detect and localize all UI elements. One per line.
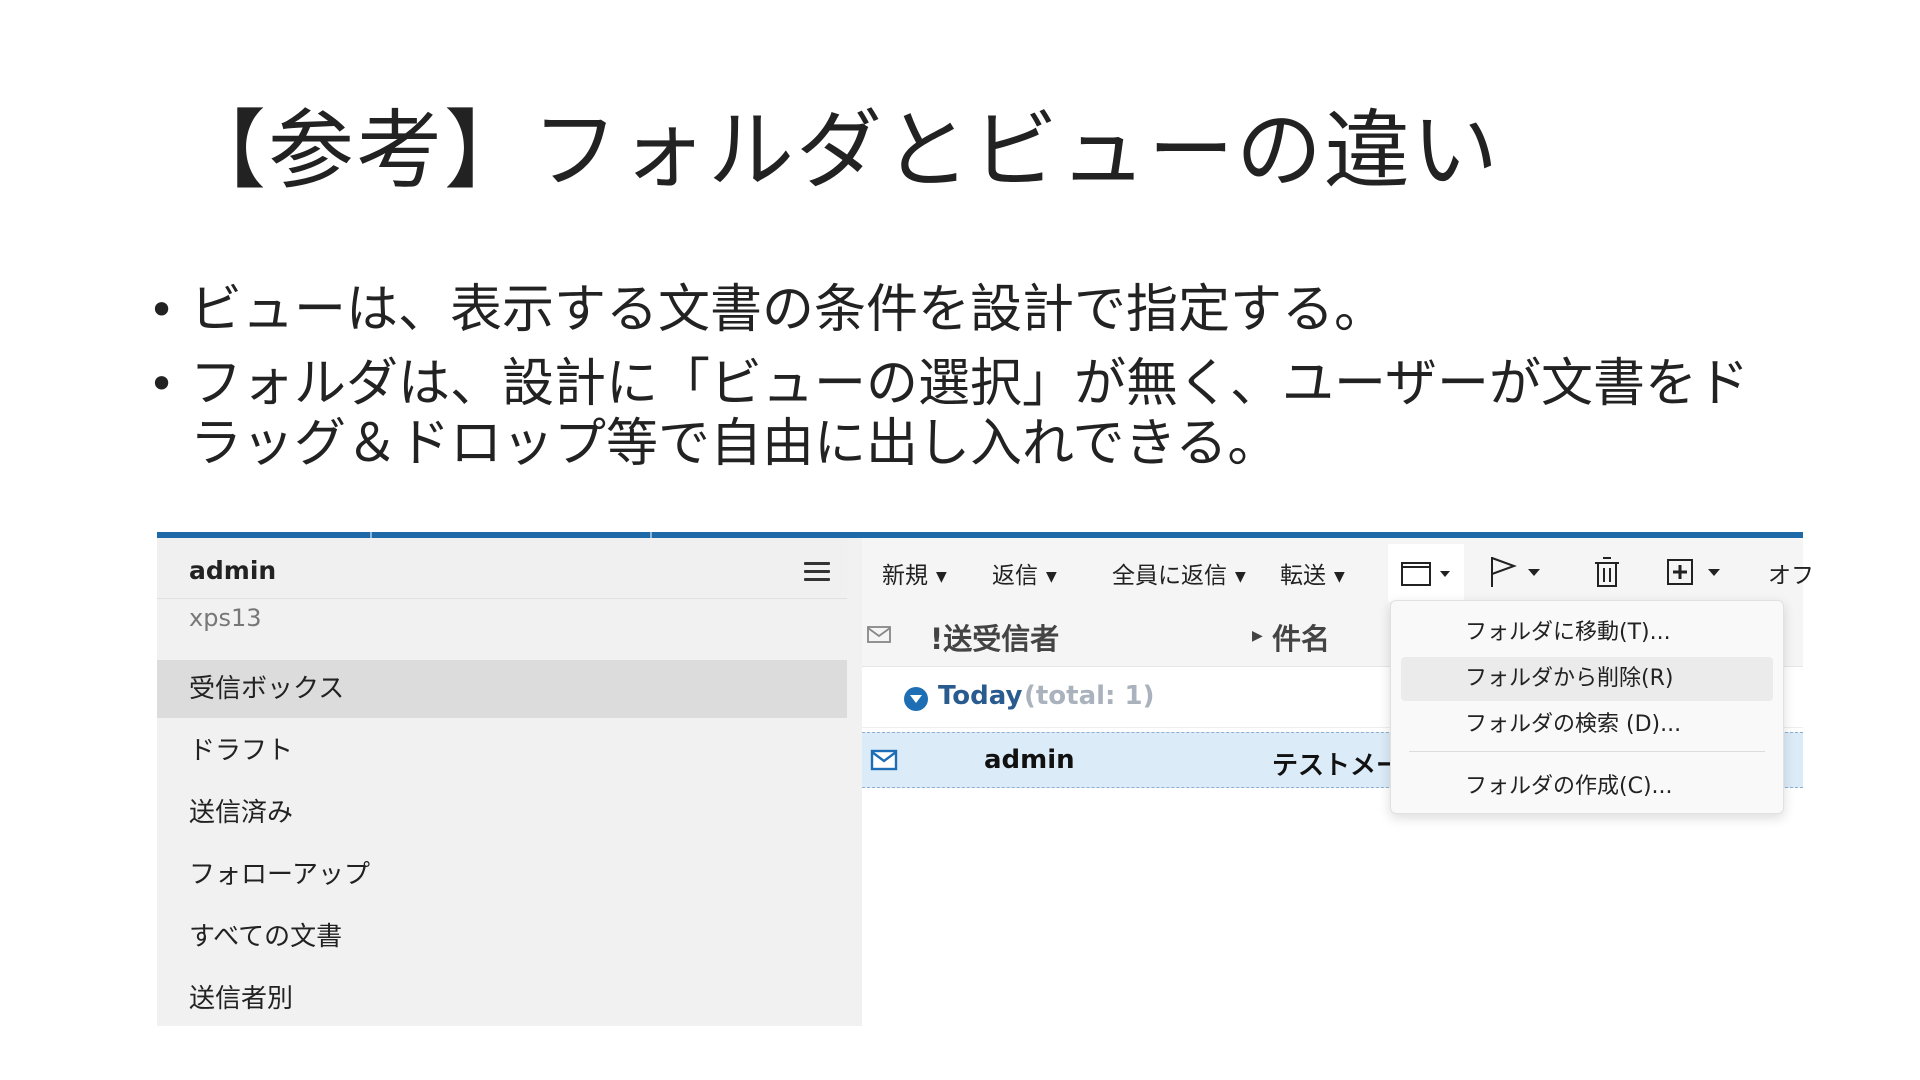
sidebar-item-follow-up[interactable]: フォローアップ	[157, 846, 847, 904]
bullet-dot: •	[148, 357, 176, 411]
forward-label: 転送	[1280, 563, 1326, 589]
chevron-down-icon: ▼	[1334, 568, 1345, 585]
sort-arrow-icon: ▶	[1252, 628, 1263, 644]
menu-item-move-to-folder[interactable]: フォルダに移動(T)...	[1401, 611, 1773, 655]
hamburger-menu-icon[interactable]	[804, 562, 830, 582]
sidebar-item-drafts[interactable]: ドラフト	[157, 722, 847, 780]
bullet-text: フォルダは、設計に「ビューの選択」が無く、ユーザーが文書をドラッグ＆ドロップ等で…	[190, 354, 1749, 474]
user-name: admin	[189, 556, 277, 585]
bullet-item: • ビューは、表示する文書の条件を設計で指定する。	[140, 280, 1800, 340]
folder-dropdown-menu: フォルダに移動(T)... フォルダから削除(R) フォルダの検索 (D)...…	[1390, 600, 1784, 814]
group-total: (total: 1)	[1024, 681, 1155, 711]
menu-item-remove-from-folder[interactable]: フォルダから削除(R)	[1401, 657, 1773, 701]
sidebar-list: 受信ボックス ドラフト 送信済み フォローアップ すべての文書 送信者別	[157, 660, 847, 1032]
toolbar: 新規 ▼ 返信 ▼ 全員に返信 ▼ 転送 ▼ オフ	[862, 538, 1814, 603]
column-header-from[interactable]: !送受信者	[930, 616, 1059, 658]
collapse-icon[interactable]	[904, 687, 928, 711]
flag-button[interactable]	[1484, 554, 1548, 594]
menu-separator	[1409, 751, 1765, 752]
add-box-icon	[1667, 559, 1720, 585]
row-subject: テストメー	[1272, 751, 1403, 781]
flag-icon	[1491, 557, 1540, 587]
forward-button[interactable]: 転送 ▼	[1280, 556, 1345, 590]
sidebar-item-sent[interactable]: 送信済み	[157, 784, 847, 842]
slide-title: 【参考】フォルダとビューの違い	[180, 101, 1500, 201]
row-from: admin	[984, 745, 1075, 775]
bullet-text: ビューは、表示する文書の条件を設計で指定する。	[190, 280, 1387, 340]
delete-button[interactable]	[1592, 554, 1622, 594]
trash-icon	[1595, 557, 1619, 587]
mail-icon	[867, 626, 891, 643]
chevron-down-icon: ▼	[1235, 568, 1246, 585]
sidebar-item-by-sender[interactable]: 送信者別	[157, 970, 847, 1028]
reply-button[interactable]: 返信 ▼	[992, 556, 1057, 590]
menu-item-search-folder[interactable]: フォルダの検索 (D)...	[1401, 703, 1773, 747]
bullet-item: • フォルダは、設計に「ビューの選択」が無く、ユーザーが文書をドラッグ＆ドロップ等…	[140, 354, 1800, 474]
folder-icon	[1401, 562, 1450, 586]
new-button[interactable]: 新規 ▼	[882, 556, 947, 590]
bullet-dot: •	[148, 283, 176, 337]
unread-mail-icon	[870, 749, 898, 771]
bullet-list: • ビューは、表示する文書の条件を設計で指定する。 • フォルダは、設計に「ビューの…	[140, 280, 1800, 488]
menu-item-create-folder[interactable]: フォルダの作成(C)...	[1401, 765, 1773, 809]
group-label: Today	[938, 681, 1023, 711]
more-button[interactable]: オフ	[1768, 556, 1814, 590]
sidebar-header: admin	[157, 538, 847, 599]
chevron-down-icon: ▼	[1046, 568, 1057, 585]
reply-all-label: 全員に返信	[1112, 563, 1227, 589]
sidebar: admin xps13 受信ボックス ドラフト 送信済み フォローアップ すべて…	[157, 538, 862, 1026]
folder-menu-button[interactable]	[1388, 544, 1464, 602]
new-label: 新規	[882, 563, 928, 589]
sidebar-item-all-documents[interactable]: すべての文書	[157, 908, 847, 966]
reply-label: 返信	[992, 563, 1038, 589]
server-name: xps13	[189, 604, 262, 632]
reply-all-button[interactable]: 全員に返信 ▼	[1112, 556, 1246, 590]
chevron-down-icon: ▼	[936, 568, 947, 585]
sidebar-item-inbox[interactable]: 受信ボックス	[157, 660, 847, 718]
column-header-subject[interactable]: 件名	[1272, 616, 1330, 658]
add-button[interactable]	[1664, 554, 1728, 594]
